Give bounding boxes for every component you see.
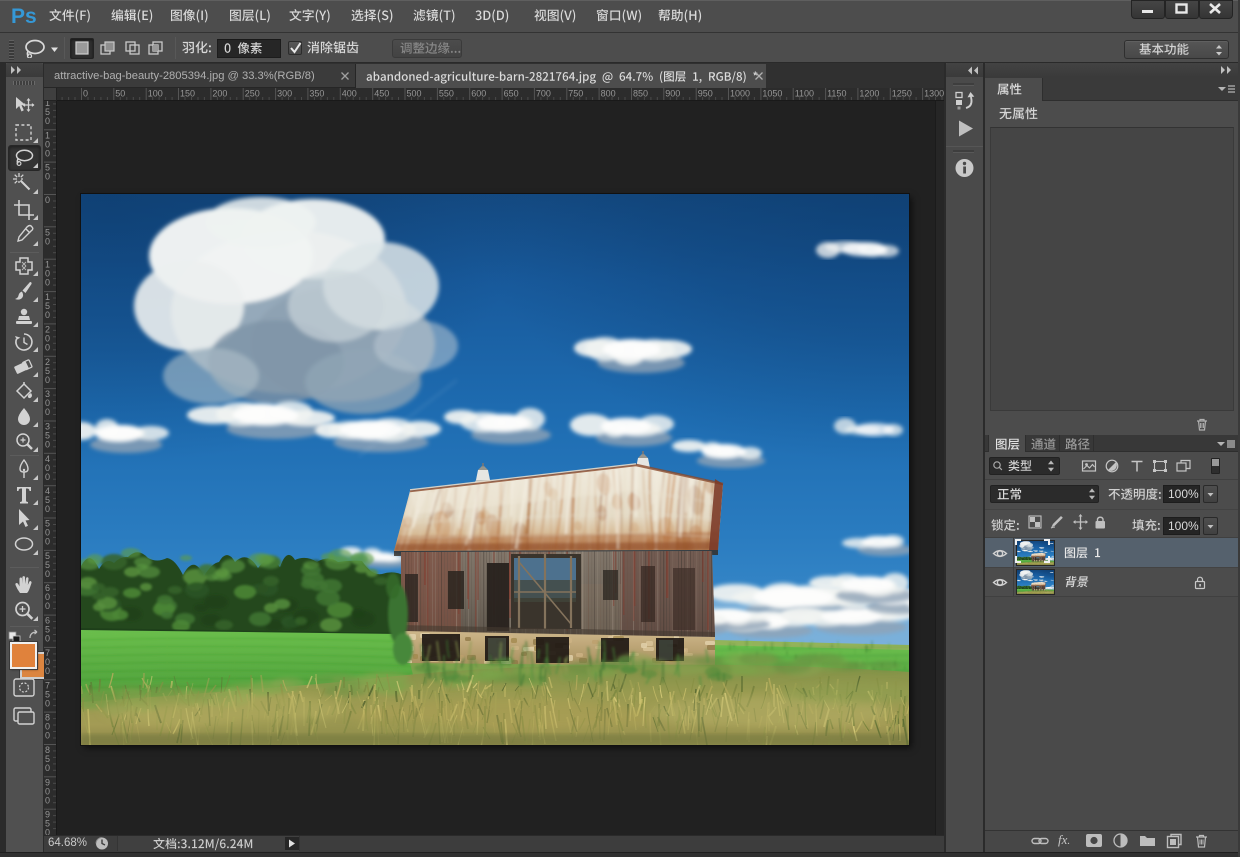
svg-text:0: 0 bbox=[45, 278, 50, 288]
svg-text:650: 650 bbox=[504, 89, 519, 99]
svg-text:0: 0 bbox=[45, 634, 50, 644]
svg-text:1250: 1250 bbox=[892, 89, 912, 99]
svg-text:1050: 1050 bbox=[762, 89, 782, 99]
svg-text:0: 0 bbox=[45, 731, 50, 741]
svg-text:500: 500 bbox=[407, 89, 422, 99]
svg-text:0: 0 bbox=[45, 666, 50, 676]
svg-text:50: 50 bbox=[115, 89, 125, 99]
svg-text:0: 0 bbox=[83, 89, 88, 99]
svg-text:900: 900 bbox=[665, 89, 680, 99]
svg-text:0: 0 bbox=[45, 601, 50, 611]
svg-text:100: 100 bbox=[148, 89, 163, 99]
svg-text:0: 0 bbox=[45, 537, 50, 547]
svg-text:0: 0 bbox=[45, 407, 50, 417]
svg-text:0: 0 bbox=[45, 472, 50, 482]
svg-text:0: 0 bbox=[45, 236, 50, 246]
svg-text:350: 350 bbox=[309, 89, 324, 99]
svg-text:1200: 1200 bbox=[859, 89, 879, 99]
svg-text:1150: 1150 bbox=[827, 89, 846, 99]
svg-text:200: 200 bbox=[212, 89, 227, 99]
svg-text:0: 0 bbox=[45, 440, 50, 450]
svg-text:450: 450 bbox=[374, 89, 389, 99]
svg-text:1000: 1000 bbox=[730, 89, 750, 99]
svg-text:0: 0 bbox=[45, 698, 50, 708]
svg-text:400: 400 bbox=[342, 89, 357, 99]
svg-text:800: 800 bbox=[601, 89, 616, 99]
svg-text:0: 0 bbox=[45, 148, 50, 158]
svg-text:0: 0 bbox=[45, 172, 50, 182]
svg-text:600: 600 bbox=[471, 89, 486, 99]
svg-text:0: 0 bbox=[45, 763, 50, 773]
svg-text:0: 0 bbox=[45, 504, 50, 514]
svg-text:0: 0 bbox=[45, 310, 50, 320]
svg-text:550: 550 bbox=[439, 89, 454, 99]
svg-text:0: 0 bbox=[45, 795, 50, 805]
svg-text:1100: 1100 bbox=[795, 89, 814, 99]
svg-text:850: 850 bbox=[633, 89, 648, 99]
svg-text:1300: 1300 bbox=[924, 89, 944, 99]
svg-text:0: 0 bbox=[45, 195, 50, 205]
svg-text:250: 250 bbox=[245, 89, 260, 99]
svg-text:950: 950 bbox=[698, 89, 713, 99]
svg-text:700: 700 bbox=[536, 89, 551, 99]
svg-text:750: 750 bbox=[568, 89, 583, 99]
svg-text:0: 0 bbox=[45, 569, 50, 579]
svg-text:0: 0 bbox=[45, 342, 50, 352]
svg-text:150: 150 bbox=[180, 89, 195, 99]
svg-text:0: 0 bbox=[45, 375, 50, 385]
svg-text:0: 0 bbox=[45, 116, 50, 126]
svg-text:300: 300 bbox=[277, 89, 292, 99]
